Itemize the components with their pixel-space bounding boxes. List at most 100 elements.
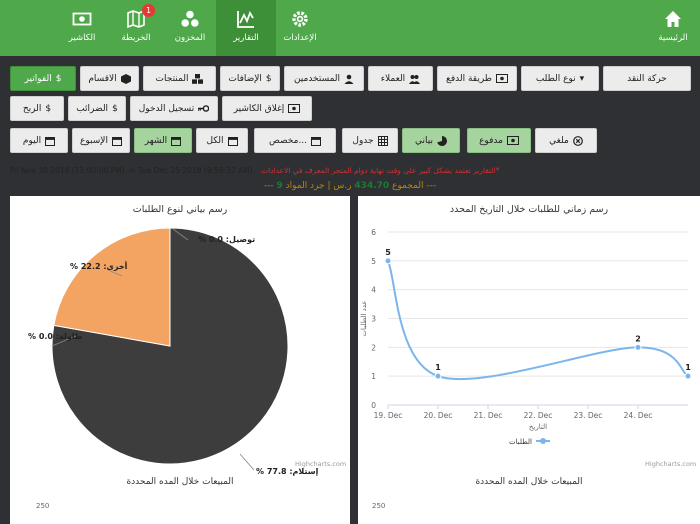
y-tick-label: 0 (371, 401, 376, 410)
tab-cashier-close[interactable]: إغلاق الكاشير (222, 96, 312, 121)
tab-cash-movement-label: حركة النقد (627, 73, 667, 84)
users-icon (409, 74, 421, 84)
filter-week[interactable]: الإسبوع (72, 128, 130, 153)
filter-cancelled[interactable]: ملغي (535, 128, 597, 153)
totals-middle: ر.س | جرد المواد (285, 181, 352, 191)
tab-cash-movement[interactable]: حركة النقد (603, 66, 691, 91)
series-line-orders (387, 260, 689, 381)
chart-icon (237, 10, 254, 28)
nav-map[interactable]: الخريطة 1 (106, 0, 166, 56)
tab-users[interactable]: المستخدمين (284, 66, 364, 91)
nav-cashier-label: الكاشير (68, 33, 96, 43)
tab-customers-label: العملاء (380, 73, 406, 84)
totals-count: 9 (276, 181, 283, 191)
filter-month[interactable]: الشهر (134, 128, 192, 153)
dollar-icon: $ (265, 73, 272, 84)
pie-label-connector (239, 453, 255, 471)
home-icon (665, 11, 681, 27)
pie-chart-credit: Highcharts.com (295, 460, 347, 468)
nav-map-label: الخريطة (121, 33, 151, 43)
tab-customers[interactable]: العملاء (368, 66, 433, 91)
line-chart-credit: Highcharts.com (645, 460, 697, 468)
calendar-icon (111, 136, 122, 146)
close-circle-icon (572, 135, 583, 146)
tab-profit[interactable]: الربح $ (10, 96, 64, 121)
nav-reports[interactable]: التقارير (216, 0, 276, 56)
tab-invoices-label: الفواتير (24, 73, 52, 84)
view-table[interactable]: جدول (342, 128, 398, 153)
y-tick-label: 6 (371, 228, 376, 237)
pie-sales-axis-value: 250 (36, 502, 50, 510)
tab-addons[interactable]: الإضافات $ (220, 66, 280, 91)
data-point (684, 372, 692, 380)
view-chart[interactable]: بياني (402, 128, 460, 153)
tab-categories-label: الاقسام (88, 73, 117, 84)
x-tick-label: 24. Dec (624, 411, 653, 420)
inventory-icon (181, 10, 199, 27)
nav-inventory-label: المخزون (174, 33, 206, 43)
y-tick-label: 2 (371, 343, 376, 352)
data-label: 1 (435, 363, 441, 372)
nav-home-label: الرئيسية (658, 33, 688, 43)
money-icon (288, 104, 301, 113)
tab-invoices[interactable]: الفواتير $ (10, 66, 76, 91)
pie-chart-title: رسم بياني لنوع الطلبات (132, 204, 228, 215)
x-tick-label: 20. Dec (424, 411, 453, 420)
tab-products[interactable]: المنتجات (143, 66, 216, 91)
nav-inventory[interactable]: المخزون (160, 0, 220, 56)
filter-cancelled-label: ملغي (549, 135, 569, 146)
nav-home[interactable]: الرئيسية (643, 0, 700, 56)
top-navigation: الرئيسية الكاشير الخريطة 1 المخزون التقا… (0, 0, 700, 56)
y-tick-label: 5 (371, 257, 376, 266)
order-type-panel: رسم بياني لنوع الطلبات % إستلام: 77.8 % أ… (10, 196, 350, 524)
x-tick-label: 19. Dec (374, 411, 403, 420)
pie-sales-title: المبيعات خلال المده المحددة (126, 477, 234, 487)
filter-paid[interactable]: مدفوع (467, 128, 531, 153)
orders-timeline-panel: رسم زماني للطلبات خلال التاريخ المحدد 01… (358, 196, 700, 524)
tab-profit-label: الربح (22, 103, 42, 114)
pie-slice-1 (53, 227, 171, 347)
pie-data-label: % توصيل: 0.0 (198, 235, 255, 244)
key-icon (198, 105, 210, 112)
nav-cashier[interactable]: الكاشير (52, 0, 112, 56)
date-range-note: التقارير تعتمد بشكل كبير على وقت نهاية د… (261, 166, 500, 175)
user-icon (344, 74, 354, 84)
tab-taxes[interactable]: الضرائب $ (68, 96, 126, 121)
calendar-icon (45, 136, 56, 146)
chevron-down-icon: ▾ (579, 73, 585, 84)
pie-chart: % إستلام: 77.8 % أخرى: 22.2 % توصيل: 0.0 % … (28, 227, 319, 476)
nav-settings[interactable]: الإعدادات (270, 0, 330, 56)
calendar-icon (227, 136, 238, 146)
legend-marker (540, 438, 546, 444)
totals-amount: 434.70 (354, 181, 390, 191)
money-icon (495, 74, 508, 83)
x-tick-label: 23. Dec (574, 411, 603, 420)
tab-login-log-label: تسجيل الدخول (138, 103, 195, 114)
pie-data-label: % إستلام: 77.8 (256, 467, 319, 476)
tab-order-type[interactable]: نوع الطلب ▾ (521, 66, 599, 91)
totals-summary: --- المجموع 434.70 ر.س | جرد المواد 9 --… (0, 181, 700, 191)
watermark-logo (538, 494, 682, 516)
data-point (384, 257, 392, 265)
data-label: 2 (635, 334, 641, 343)
tab-categories[interactable]: الاقسام (80, 66, 139, 91)
notification-badge: 1 (142, 4, 155, 17)
nav-reports-label: التقارير (233, 33, 259, 43)
filter-all-label: الكل (206, 135, 224, 146)
x-axis-title: التاريخ (529, 423, 547, 431)
view-chart-label: بياني (415, 135, 433, 146)
x-tick-label: 21. Dec (474, 411, 503, 420)
nav-settings-label: الإعدادات (283, 33, 317, 43)
line-chart-title: رسم زماني للطلبات خلال التاريخ المحدد (449, 204, 609, 215)
line-chart: 0 1 2 3 4 5 6 19. Dec 20. Dec 21. Dec 22. Dec 23. D… (360, 228, 692, 446)
filter-custom[interactable]: مخصص... (254, 128, 336, 153)
tab-payment-method[interactable]: طريقة الدفع (437, 66, 517, 91)
data-label: 1 (685, 363, 691, 372)
table-icon (377, 135, 388, 146)
gear-icon (292, 11, 308, 27)
tab-login-log[interactable]: تسجيل الدخول (130, 96, 218, 121)
filter-all[interactable]: الكل (196, 128, 248, 153)
filter-week-label: الإسبوع (80, 135, 108, 146)
filter-today[interactable]: اليوم (10, 128, 68, 153)
cash-icon (72, 12, 92, 26)
